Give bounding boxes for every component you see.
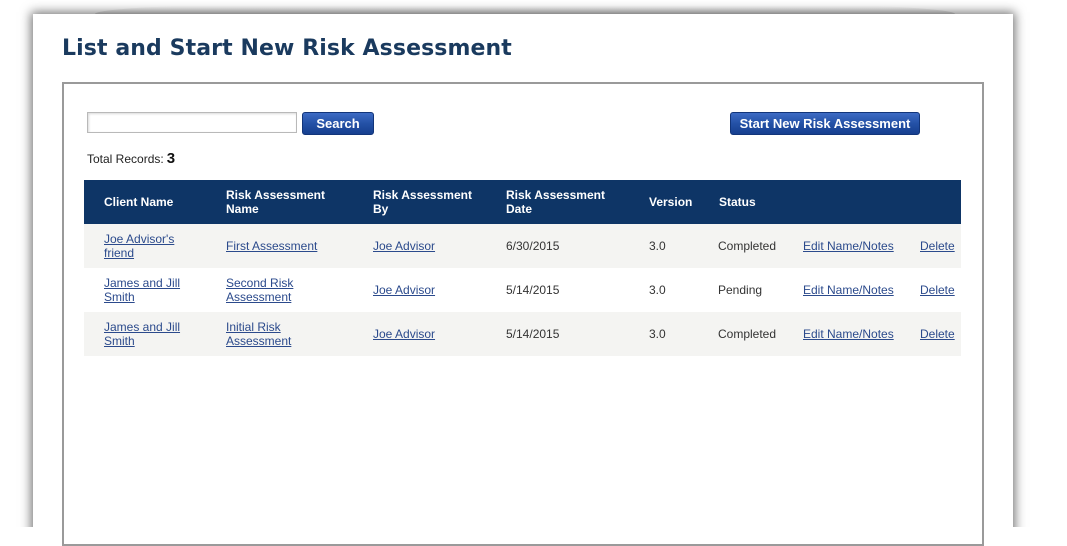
status-value: Completed (718, 327, 777, 341)
search-button[interactable]: Search (302, 112, 374, 135)
total-records-count: 3 (166, 150, 176, 167)
table-row: James and Jill Smith Initial Risk Assess… (84, 312, 961, 356)
header-risk-assessment-name[interactable]: Risk Assessment Name (226, 188, 325, 216)
assessment-name-link[interactable]: Initial Risk Assessment (226, 320, 291, 348)
client-name-link[interactable]: James and Jill Smith (104, 320, 180, 348)
client-name-link[interactable]: James and Jill Smith (104, 276, 180, 304)
start-new-risk-assessment-button[interactable]: Start New Risk Assessment (730, 112, 920, 135)
client-name-link[interactable]: Joe Advisor's friend (104, 232, 174, 260)
assessment-by-link[interactable]: Joe Advisor (373, 239, 435, 253)
version-value: 3.0 (649, 327, 666, 341)
total-records: Total Records: 3 (87, 150, 175, 167)
assessment-date: 5/14/2015 (506, 327, 560, 341)
version-value: 3.0 (649, 239, 666, 253)
table-header: Client Name Risk Assessment Name Risk As… (84, 180, 961, 224)
search-input[interactable] (87, 112, 297, 133)
assessment-name-link[interactable]: First Assessment (226, 239, 317, 253)
assessment-date: 5/14/2015 (506, 283, 560, 297)
version-value: 3.0 (649, 283, 666, 297)
assessment-by-link[interactable]: Joe Advisor (373, 283, 435, 297)
total-records-label: Total Records: (87, 152, 164, 166)
page-title: List and Start New Risk Assessment (62, 36, 512, 61)
header-risk-assessment-date[interactable]: Risk Assessment Date (506, 188, 605, 216)
edit-name-notes-link[interactable]: Edit Name/Notes (803, 239, 894, 253)
header-client-name[interactable]: Client Name (104, 195, 173, 209)
top-shadow (95, 0, 955, 14)
delete-link[interactable]: Delete (920, 327, 955, 341)
status-value: Completed (718, 239, 777, 253)
assessment-name-link[interactable]: Second Risk Assessment (226, 276, 293, 304)
status-value: Pending (718, 283, 763, 297)
assessment-date: 6/30/2015 (506, 239, 560, 253)
header-status[interactable]: Status (719, 195, 756, 209)
table-row: James and Jill Smith Second Risk Assessm… (84, 268, 961, 312)
header-version[interactable]: Version (649, 195, 692, 209)
table-row: Joe Advisor's friend First Assessment Jo… (84, 224, 961, 268)
assessment-by-link[interactable]: Joe Advisor (373, 327, 435, 341)
edit-name-notes-link[interactable]: Edit Name/Notes (803, 283, 894, 297)
delete-link[interactable]: Delete (920, 283, 955, 297)
edit-name-notes-link[interactable]: Edit Name/Notes (803, 327, 894, 341)
header-risk-assessment-by[interactable]: Risk Assessment By (373, 188, 472, 216)
delete-link[interactable]: Delete (920, 239, 955, 253)
